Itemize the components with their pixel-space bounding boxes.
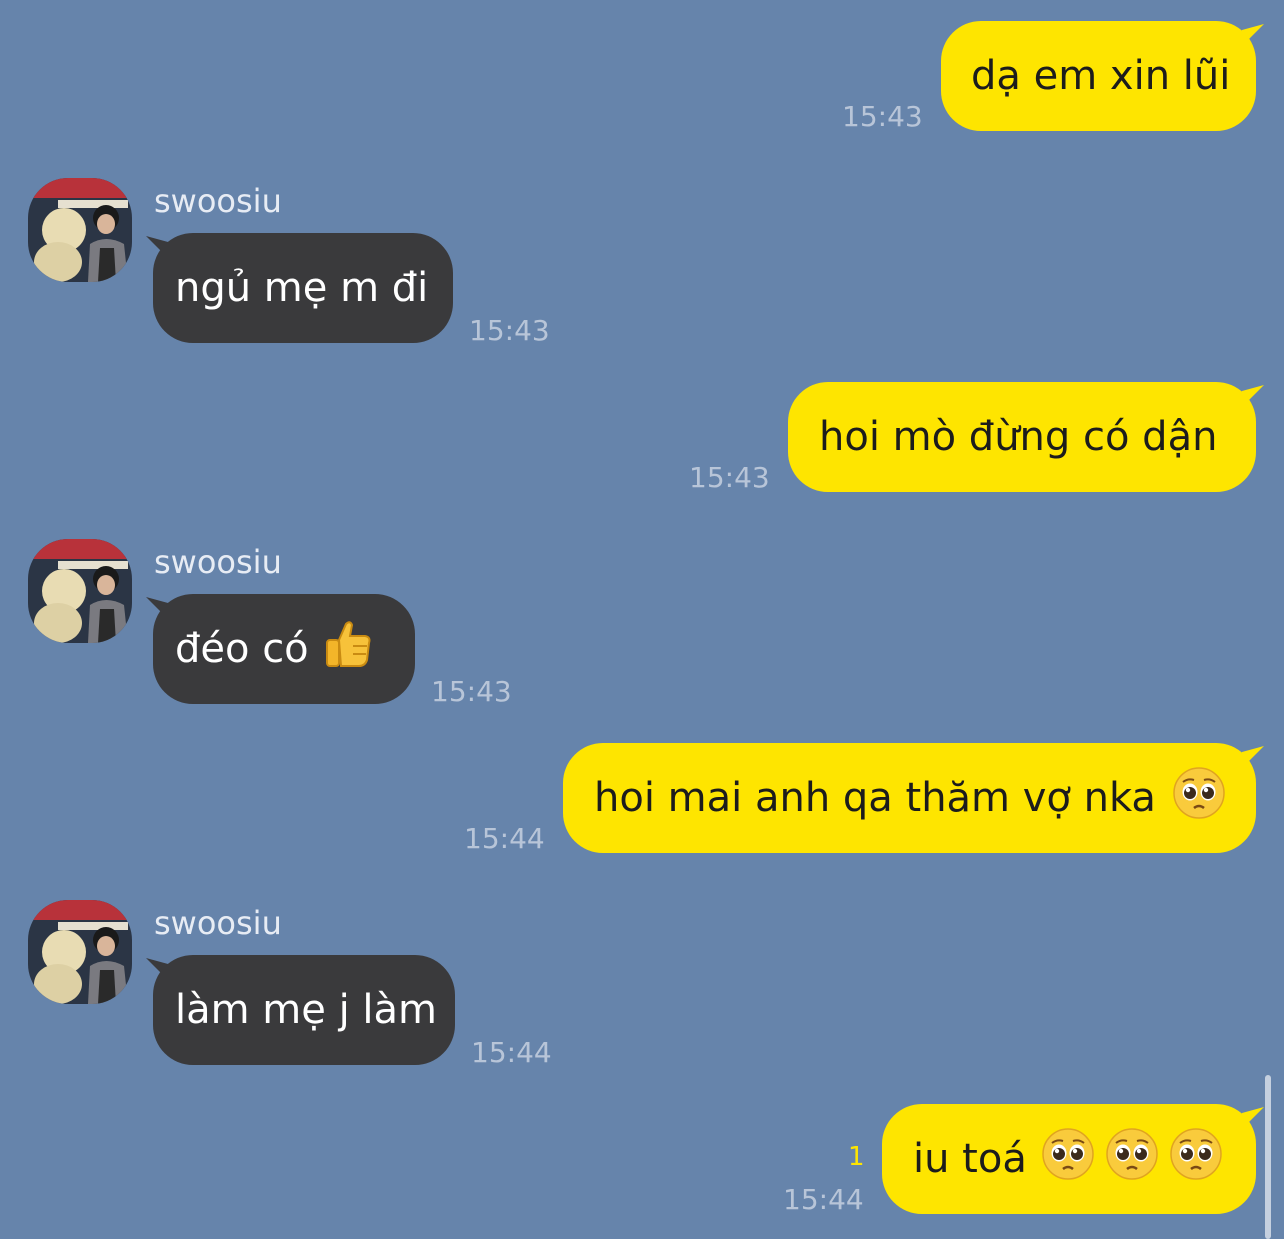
message-bubble-outgoing[interactable]: hoi mai anh qa thăm vợ nka [563, 743, 1256, 853]
sender-name: swoosiu [154, 182, 282, 220]
avatar[interactable] [28, 178, 132, 282]
message-bubble-incoming[interactable]: làm mẹ j làm [153, 955, 455, 1065]
sender-name: swoosiu [154, 904, 282, 942]
message-text: dạ em xin lũi [971, 53, 1231, 99]
message-text: đéo có [175, 626, 309, 672]
bubble-tail-icon [1238, 1107, 1264, 1133]
bubble-tail-icon [1238, 385, 1264, 411]
message-time: 15:44 [471, 1036, 552, 1069]
message-text: làm mẹ j làm [175, 987, 438, 1033]
unread-count: 1 [848, 1142, 865, 1172]
pleading-face-icon [1105, 1127, 1159, 1191]
avatar-image [28, 178, 132, 282]
sender-name: swoosiu [154, 543, 282, 581]
message-time: 15:43 [689, 461, 770, 494]
bubble-tail-icon [1238, 746, 1264, 772]
avatar-image [28, 900, 132, 1004]
pleading-face-icon [1041, 1127, 1095, 1191]
message-bubble-outgoing[interactable]: hoi mò đừng có dận [788, 382, 1256, 492]
bubble-tail-icon [1238, 24, 1264, 50]
message-text: hoi mò đừng có dận [819, 414, 1218, 460]
message-text: hoi mai anh qa thăm vợ nka [594, 775, 1156, 821]
pleading-face-icon [1169, 1127, 1223, 1191]
message-bubble-outgoing[interactable]: iu toá [882, 1104, 1256, 1214]
chat-area[interactable]: 15:43 dạ em xin lũi swoosiu ngủ mẹ m đi [0, 0, 1284, 1239]
pleading-face-icon [1172, 766, 1226, 830]
message-text: ngủ mẹ m đi [175, 265, 429, 311]
message-bubble-incoming[interactable]: ngủ mẹ m đi [153, 233, 453, 343]
avatar[interactable] [28, 900, 132, 1004]
message-text: iu toá [913, 1136, 1027, 1182]
message-time: 15:43 [431, 675, 512, 708]
message-time: 15:43 [842, 100, 923, 133]
message-bubble-incoming[interactable]: đéo có [153, 594, 415, 704]
avatar[interactable] [28, 539, 132, 643]
message-time: 15:44 [783, 1183, 864, 1216]
message-time: 15:44 [464, 822, 545, 855]
message-bubble-outgoing[interactable]: dạ em xin lũi [941, 21, 1256, 131]
avatar-image [28, 539, 132, 643]
thumbs-up-icon [319, 616, 375, 682]
scrollbar[interactable] [1265, 1075, 1271, 1239]
message-time: 15:43 [469, 314, 550, 347]
